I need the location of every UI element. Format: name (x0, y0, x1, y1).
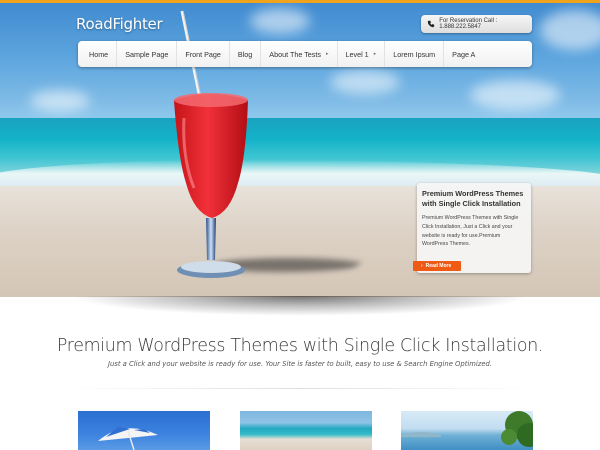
cloud (540, 10, 600, 50)
nav-label: About The Tests (269, 49, 321, 59)
intro-subheading: Just a Click and your website is ready f… (107, 360, 492, 368)
feature-image-beach[interactable] (240, 411, 372, 450)
nav-item-page-a[interactable]: Page A (444, 41, 483, 67)
nav-item-about-the-tests[interactable]: About The Tests ▸ (261, 41, 338, 67)
phone-icon (427, 20, 435, 29)
tropical-island-image (401, 411, 533, 447)
top-accent-bar (0, 0, 600, 3)
arrow-right-icon: › (421, 263, 423, 269)
reservation-text: For Reservation Call : 1.888.222.5847 (439, 18, 498, 30)
slide-title: Premium WordPress Themes with Single Cli… (422, 189, 524, 208)
nav-label: Page A (452, 49, 476, 59)
read-more-button[interactable]: › Read More (413, 261, 461, 271)
nav-label: Sample Page (125, 49, 169, 59)
hero-slider: RoadFighter For Reservation Call : 1.888… (0, 0, 600, 297)
nav-item-level-1[interactable]: Level 1 ▸ (338, 41, 386, 67)
reservation-callout: For Reservation Call : 1.888.222.5847 (421, 15, 532, 33)
feature-image-umbrella[interactable] (78, 411, 210, 450)
nav-label: Front Page (185, 49, 221, 59)
cloud (330, 70, 400, 94)
nav-item-blog[interactable]: Blog (230, 41, 262, 67)
feature-image-islands[interactable] (401, 411, 533, 450)
chevron-right-icon: ▸ (325, 51, 329, 57)
nav-label: Blog (237, 49, 253, 59)
chevron-right-icon: ▸ (373, 51, 377, 57)
beach-umbrella-image (98, 427, 158, 450)
nav-label: Lorem Ipsum (393, 49, 436, 59)
nav-label: Level 1 (345, 49, 369, 59)
nav-item-lorem-ipsum[interactable]: Lorem Ipsum (385, 41, 445, 67)
intro-heading: Premium WordPress Themes with Single Cli… (56, 336, 544, 356)
nav-item-home[interactable]: Home (78, 41, 118, 67)
cloud (30, 90, 90, 112)
slide-text: Premium WordPress Themes with Single Cli… (422, 215, 519, 248)
main-navigation: Home Sample Page Front Page Blog About T… (78, 41, 532, 67)
nav-item-front-page[interactable]: Front Page (177, 41, 230, 67)
hero-shadow (70, 296, 530, 316)
slide-caption: Premium WordPress Themes with Single Cli… (413, 183, 531, 273)
cloud (470, 80, 560, 110)
divider (66, 388, 534, 389)
nav-label: Home (89, 49, 109, 59)
nav-item-sample-page[interactable]: Sample Page (117, 41, 178, 67)
read-more-label: Read More (425, 263, 452, 269)
site-logo[interactable]: RoadFighter (76, 15, 163, 33)
